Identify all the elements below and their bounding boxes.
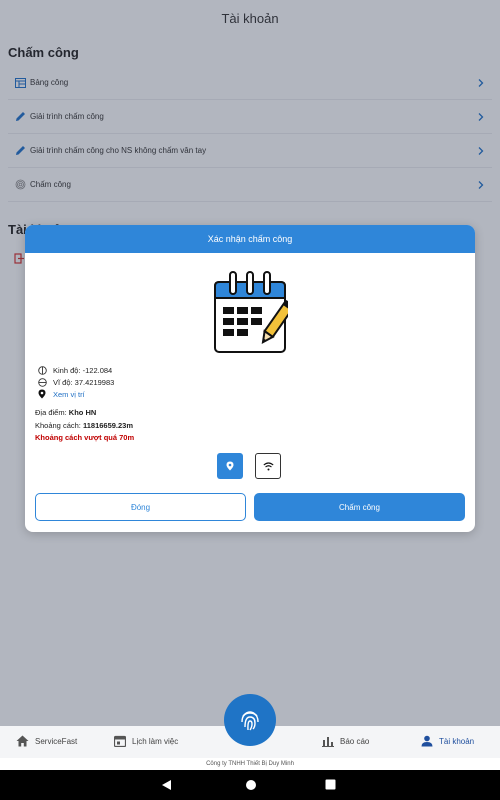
calendar-pencil-illustration <box>214 271 288 353</box>
dialog-title: Xác nhận chấm công <box>25 225 475 253</box>
view-location-label[interactable]: Xem vị trí <box>53 390 85 399</box>
location-details: Địa điểm: Kho HN Khoảng cách: 11816659.2… <box>35 407 134 445</box>
calendar-icon <box>114 735 126 747</box>
check-in-mode-toggle <box>217 453 281 479</box>
nav-item-label: Lịch làm việc <box>132 736 179 746</box>
nav-item-report[interactable]: Báo cáo <box>322 735 369 747</box>
wifi-icon <box>262 461 274 470</box>
distance-label: Khoảng cách: <box>35 420 81 430</box>
latitude-icon <box>37 377 47 387</box>
nav-item-servicefast[interactable]: ServiceFast <box>16 735 77 747</box>
close-button[interactable]: Đóng <box>35 493 246 521</box>
longitude-icon <box>37 365 47 375</box>
company-footer: Công ty TNHH Thiết Bị Duy Minh <box>0 758 500 770</box>
bar-chart-icon <box>322 737 334 747</box>
longitude-text: Kinh độ: -122.084 <box>53 365 113 375</box>
wifi-mode-button[interactable] <box>255 453 281 479</box>
nav-item-label: ServiceFast <box>35 736 78 746</box>
distance-warning: Khoảng cách vượt quá 70m <box>35 433 135 442</box>
place-value: Kho HN <box>68 408 97 417</box>
person-icon <box>421 735 433 747</box>
nav-item-schedule[interactable]: Lịch làm việc <box>114 735 178 747</box>
latitude-text: Vĩ độ: 37.4219983 <box>53 377 115 387</box>
recents-icon[interactable] <box>325 779 336 790</box>
distance-value: 11816659.23m <box>82 420 134 430</box>
fingerprint-fab-button[interactable] <box>224 694 276 746</box>
confirm-check-in-button[interactable]: Chấm công <box>254 493 465 521</box>
nav-item-label: Tài khoản <box>439 736 475 746</box>
home-button-icon[interactable] <box>245 779 257 791</box>
dialog-actions: Đóng Chấm công <box>35 493 465 521</box>
location-pin-icon <box>37 389 47 399</box>
coordinates-info: Kinh độ: -122.084 Vĩ độ: 37.4219983 Xem … <box>37 364 114 400</box>
back-icon[interactable] <box>161 779 172 791</box>
gps-mode-button[interactable] <box>217 453 243 479</box>
fingerprint-icon <box>241 711 259 731</box>
location-pin-icon <box>226 461 234 471</box>
system-nav-bar <box>0 770 500 800</box>
nav-item-label: Báo cáo <box>340 736 370 746</box>
place-label: Địa điểm: <box>35 408 67 417</box>
nav-item-account[interactable]: Tài khoản <box>421 735 474 747</box>
check-in-confirm-dialog: Xác nhận chấm công Kinh độ: -122.084 Vĩ … <box>25 225 475 532</box>
view-location-link[interactable]: Xem vị trí <box>37 388 114 400</box>
home-icon <box>16 735 29 747</box>
